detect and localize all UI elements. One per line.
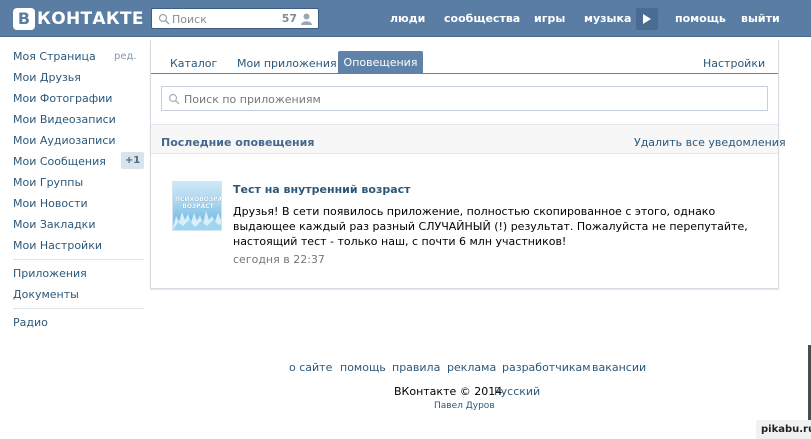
sidebar-item-bookmarks[interactable]: Мои Закладки: [13, 218, 95, 231]
nav-music[interactable]: музыка: [584, 12, 631, 25]
watermark: pikabu.ru: [756, 420, 811, 439]
footer-link-rules[interactable]: правила: [392, 361, 440, 374]
sidebar-item-settings[interactable]: Мои Настройки: [13, 239, 102, 252]
footer-copyright: ВКонтакте © 2014: [394, 385, 503, 398]
delete-all-notifications-link[interactable]: Удалить все уведомления: [634, 136, 786, 149]
notification-text: Друзья! В сети появилось приложение, пол…: [233, 205, 748, 248]
search-icon: [168, 93, 180, 105]
footer-link-help[interactable]: помощь: [340, 361, 386, 374]
tab-catalog[interactable]: Каталог: [170, 57, 217, 70]
notification-time: сегодня в 22:37: [233, 253, 325, 266]
sidebar-item-news[interactable]: Мои Новости: [13, 197, 88, 210]
sidebar-item-my-page[interactable]: Моя Страница: [13, 50, 96, 63]
nav-help[interactable]: помощь: [675, 12, 726, 25]
tab-notifications[interactable]: Оповещения: [338, 51, 423, 74]
footer-link-developers[interactable]: разработчикам: [502, 361, 591, 374]
tab-my-apps[interactable]: Мои приложения: [237, 57, 337, 70]
sidebar-item-apps[interactable]: Приложения: [13, 267, 87, 280]
tabs-underline: [151, 73, 778, 74]
footer-link-about[interactable]: о сайте: [289, 361, 332, 374]
ice-image: [173, 211, 221, 230]
footer-language-link[interactable]: Русский: [494, 385, 540, 398]
notification-title[interactable]: Тест на внутренний возраст: [233, 183, 411, 196]
sidebar-item-friends[interactable]: Мои Друзья: [13, 71, 81, 84]
footer-author-link[interactable]: Павел Дуров: [434, 401, 495, 411]
online-count: 57: [281, 12, 297, 25]
nav-people[interactable]: люди: [390, 12, 425, 25]
nav-logout[interactable]: выйти: [741, 12, 780, 25]
nav-games[interactable]: игры: [534, 12, 565, 25]
sidebar-item-messages[interactable]: Мои Сообщения: [13, 155, 106, 168]
sidebar-divider: [13, 308, 144, 309]
app-search-input[interactable]: Поиск по приложениям: [161, 86, 768, 111]
edit-menu-link[interactable]: ред.: [114, 51, 137, 62]
sidebar-item-groups[interactable]: Мои Группы: [13, 176, 83, 189]
play-icon: [643, 14, 651, 24]
sidebar-item-videos[interactable]: Мои Видеозаписи: [13, 113, 116, 126]
top-header: В КОНТАКТЕ Поиск 57 люди сообщества игры…: [0, 0, 811, 37]
sidebar-item-audio[interactable]: Мои Аудиозаписи: [13, 134, 116, 147]
notifications-header: Последние оповещения: [161, 136, 315, 149]
messages-badge[interactable]: +1: [121, 152, 144, 169]
search-input[interactable]: Поиск 57: [151, 8, 319, 29]
sidebar-divider: [13, 259, 144, 260]
footer-link-ads[interactable]: реклама: [447, 361, 496, 374]
search-placeholder: Поиск: [172, 13, 207, 26]
sidebar-item-photos[interactable]: Мои Фотографии: [13, 92, 112, 105]
tab-settings[interactable]: Настройки: [703, 57, 765, 70]
play-button[interactable]: [636, 8, 658, 30]
search-icon: [158, 13, 170, 25]
logo-mark: В: [13, 7, 35, 30]
footer-link-jobs[interactable]: вакансии: [592, 361, 646, 374]
sidebar-item-documents[interactable]: Документы: [13, 288, 79, 301]
nav-communities[interactable]: сообщества: [444, 12, 520, 25]
app-thumbnail[interactable]: ПСИХОВОЗРАСТНЫЙ ВОЗРАСТ: [172, 181, 222, 231]
vk-logo[interactable]: В КОНТАКТЕ: [13, 7, 144, 30]
app-search-placeholder: Поиск по приложениям: [184, 93, 321, 106]
user-icon: [301, 13, 312, 25]
main-panel: [150, 40, 779, 289]
sidebar-item-radio[interactable]: Радио: [13, 316, 48, 329]
logo-text: КОНТАКТЕ: [37, 8, 144, 29]
